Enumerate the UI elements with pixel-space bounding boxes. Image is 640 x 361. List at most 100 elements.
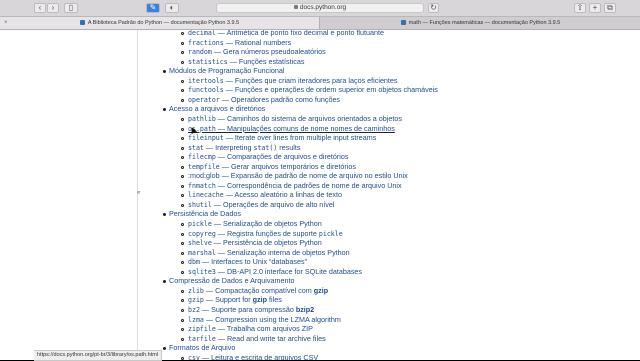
module-name: tarfile [188,334,216,343]
status-bar-url: https://docs.python.org/pt-br/3/library/… [34,350,163,361]
toc-module-link[interactable]: shutil — Operações de arquivo de alto ní… [188,200,335,210]
toc-module-link[interactable]: csv — Leitura e escrita de arquivos CSV [188,353,318,360]
toc-module-link[interactable]: pathlib — Caminhos do sistema de arquivo… [188,114,402,124]
module-description: Suporte para compressão [211,304,296,314]
module-name: decimal [188,30,216,37]
module-description: Aritmética de ponto fixo decimal e ponto… [226,30,385,37]
toc-module-link[interactable]: marshal — Serialização interna de objeto… [188,248,350,258]
list-bullet [181,194,184,198]
module-name: operator [188,95,220,104]
toc-module-link[interactable]: linecache — Acesso aleatório a linhas de… [188,190,342,200]
sidebar-button[interactable]: ▯ [64,3,78,13]
list-bullet [181,127,184,131]
browser-window: ‹ › ▯ ✎ ◐ docs.python.org ↻ ⇧ + ⧉ × A Bi… [0,0,640,361]
module-description-bold: bzip2 [295,304,315,314]
toc-section-link[interactable]: Módulos de Programação Funcional [169,66,284,76]
forward-button[interactable]: › [47,3,59,13]
toc-module-link[interactable]: filecmp — Comparações de arquivos e dire… [188,152,348,162]
module-description: Funções e operações de ordem superior em… [234,85,438,95]
toc-module-link[interactable]: tempfile — Gerar arquivos temporários e … [188,162,356,172]
toc-section-link[interactable]: Formatos de Arquivo [169,343,235,353]
module-name: linecache [188,191,224,200]
tab-math[interactable]: math — Funções matemáticas — documentaçã… [321,17,640,29]
module-description: Registra funções de suporte [226,228,319,238]
tab-title: A Biblioteca Padrão do Python — document… [87,20,240,26]
toc-module-link[interactable]: :mod:glob — Expansão de padrão de nome d… [188,171,408,181]
back-button[interactable]: ‹ [34,3,46,13]
toc-module-link[interactable]: zipfile — Trabalha com arquivos ZIP [188,324,313,334]
toc-module-link[interactable]: shelve — Persistência de objetos Python [188,238,322,248]
module-name: pathlib [188,114,216,123]
list-bullet [181,117,184,121]
tab-overview-button[interactable]: ⧉ [604,3,616,13]
dash-separator: — [203,314,216,324]
toc-section-link[interactable]: Acesso a arquivos e diretórios [169,104,265,114]
dash-separator: — [211,47,224,57]
module-name: functools [188,86,224,95]
dash-separator: — [223,133,235,143]
toc-module-link[interactable]: random — Gera números pseudoaleatórios [188,47,326,57]
dash-separator: — [199,257,212,267]
module-description: Operações de arquivo de alto nível [223,199,335,209]
list-bullet [181,184,184,188]
toc-module-link[interactable]: os.path — Manipulações comuns de nome no… [188,124,395,134]
toc-module-link[interactable]: tarfile — Read and write tar archive fil… [188,334,326,344]
list-bullet [181,251,184,255]
list-bullet [181,242,184,246]
toc-module-link[interactable]: gzip — Support for gzip files [188,295,282,305]
share-icon[interactable]: ⇧ [574,3,586,13]
list-bullet [181,165,184,169]
toc-module-link[interactable]: lzma — Compression using the LZMA algori… [188,315,341,325]
shield-icon[interactable]: ◐ [165,3,179,13]
toc-module-link[interactable]: dbm — Interfaces to Unix “databases” [188,257,307,267]
add-tab-button[interactable]: + [589,3,601,13]
toc-module-link[interactable]: functools — Funções e operações de ordem… [188,85,438,95]
address-text: docs.python.org [299,4,347,11]
toc-module-link[interactable]: fileinput — Iterate over lines from mult… [188,133,376,143]
module-description: Compactação compatível com [215,285,314,295]
dash-separator: — [211,219,224,228]
toc-section-link[interactable]: Compressão de Dados e Arquivamento [169,276,294,286]
toc-module-link[interactable]: zlib — Compactação compatível com gzip [188,286,328,296]
dash-separator: — [223,37,235,47]
tab-biblioteca[interactable]: × A Biblioteca Padrão do Python — docume… [0,17,320,29]
toc-module-link[interactable]: pickle — Serialização de objetos Python [188,219,322,229]
module-description: Operadores padrão como funções [230,94,341,104]
dash-separator: — [223,190,235,200]
dash-separator: — [199,304,212,314]
list-bullet [181,137,184,141]
dash-separator: — [199,352,212,360]
reload-icon[interactable]: ↻ [428,3,439,13]
module-description: Correspondência de padrões de nome de ar… [226,180,402,190]
address-bar[interactable]: docs.python.org [216,3,424,13]
module-name: stat [188,143,204,152]
module-description-bold: gzip [252,295,268,305]
toc-module-link[interactable]: statistics — Funções estatísticas [188,57,304,67]
toc-section-link[interactable]: Persistência de Dados [169,209,241,219]
dash-separator: — [211,199,224,209]
dash-separator: — [203,142,216,152]
toc-module-link[interactable]: operator — Operadores padrão como funçõe… [188,95,340,105]
pen-icon[interactable]: ✎ [146,3,160,13]
module-name: fractions [188,38,224,47]
list-bullet [181,51,184,55]
toc-module-link[interactable]: fractions — Rational numbers [188,38,291,48]
dash-separator: — [215,228,227,238]
module-description: Support for [215,295,253,305]
list-bullet [181,299,184,303]
list-bullet [181,60,184,64]
toc-module-link[interactable]: copyreg — Registra funções de suporte pi… [188,229,343,239]
list-bullet [181,156,184,160]
close-tab-icon[interactable]: × [4,17,8,29]
toc-module-link[interactable]: itertools — Funções que criam iteradores… [188,76,398,86]
toc-module-link[interactable]: sqlite3 — DB-API 2.0 interface for SQLit… [188,267,362,277]
toc-module-link[interactable]: bz2 — Suporte para compressão bzip2 [188,305,314,315]
toc-module-link[interactable]: fnmatch — Correspondência de padrões de … [188,181,402,191]
module-name: gzip [188,296,204,305]
page-content: decimal — Aritmética de ponto fixo decim… [0,30,640,360]
python-favicon-icon [79,20,85,26]
module-description: Interfaces to Unix “databases” [211,257,307,267]
module-name: pickle [188,220,212,228]
toc-module-link[interactable]: stat — Interpreting stat() results [188,143,300,153]
collapse-sidebar-icon[interactable]: « [137,190,140,196]
